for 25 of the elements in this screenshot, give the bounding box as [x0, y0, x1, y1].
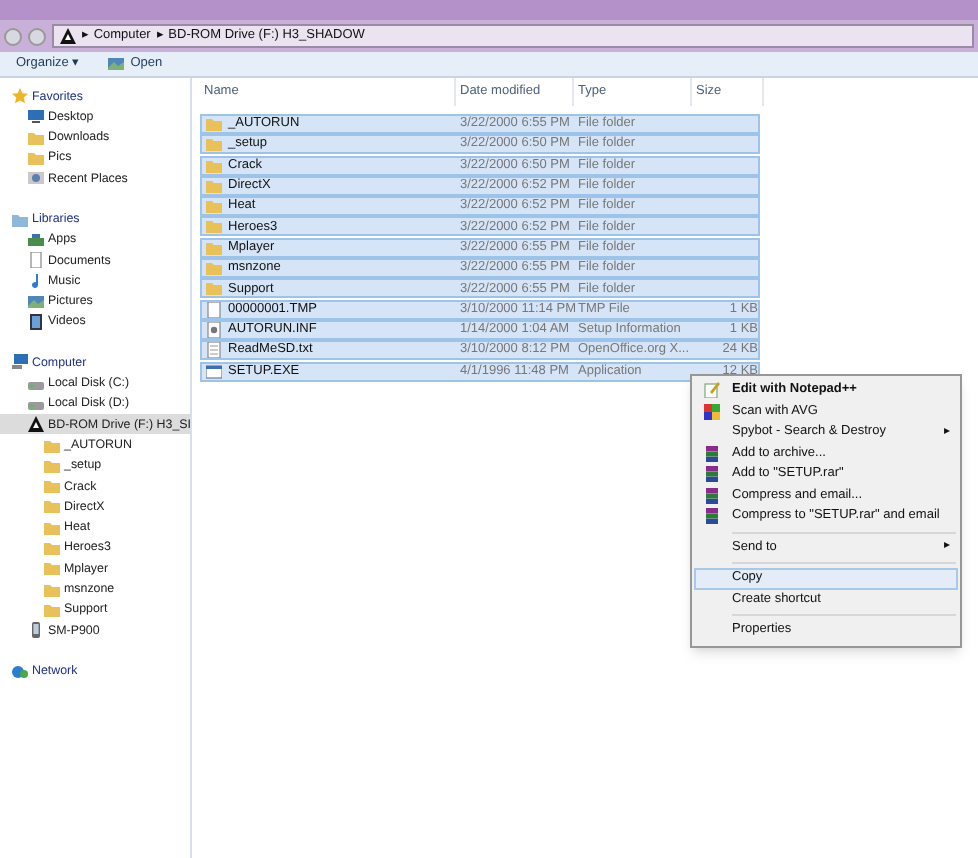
document-icon: [28, 252, 44, 269]
forward-button[interactable]: [28, 27, 46, 45]
network-icon: [12, 663, 28, 680]
apps-icon: [28, 231, 44, 248]
file-icon: [206, 301, 222, 318]
disc-drive-icon: [60, 28, 76, 44]
library-icon: [12, 211, 28, 228]
notepad-icon: [704, 382, 720, 399]
music-note-icon: [28, 273, 44, 290]
settings-file-icon: [206, 321, 222, 338]
pictures-icon: [28, 293, 44, 310]
shield-icon: [704, 403, 720, 420]
archive-books-icon: [704, 508, 720, 525]
application-icon: [206, 363, 222, 380]
disk-drive-icon: [28, 396, 44, 412]
film-icon: [28, 314, 44, 331]
clock-icon: [28, 170, 44, 187]
star-icon: [12, 88, 28, 105]
monitor-icon: [28, 108, 44, 125]
back-button[interactable]: [4, 27, 22, 45]
device-icon: [28, 622, 44, 639]
disc-drive-icon: [28, 416, 44, 433]
pictures-icon: [108, 56, 125, 72]
computer-icon: [12, 354, 28, 371]
text-file-icon: [206, 342, 222, 359]
